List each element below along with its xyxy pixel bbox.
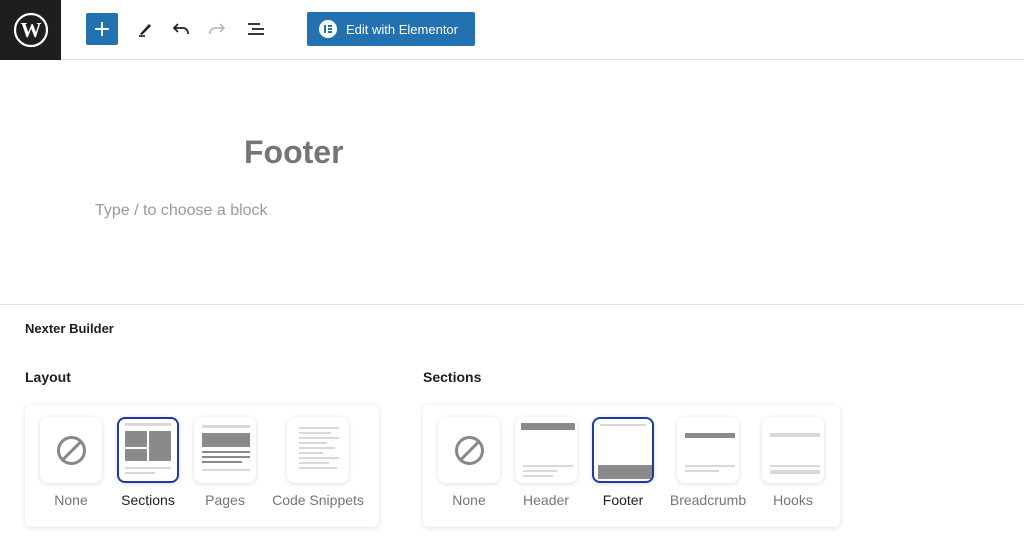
editor-toolbar: W Edit with Elementor (0, 0, 1024, 60)
section-option-label: Hooks (773, 492, 813, 508)
ban-icon (57, 436, 86, 465)
redo-icon (209, 23, 226, 34)
layout-option-sections[interactable]: Sections (116, 417, 180, 508)
breadcrumb-thumbnail (677, 417, 739, 483)
section-none-thumbnail (438, 417, 500, 483)
section-option-hooks[interactable]: Hooks (761, 417, 825, 508)
pages-thumbnail (194, 417, 256, 483)
tools-button[interactable] (129, 13, 161, 45)
section-option-breadcrumb[interactable]: Breadcrumb (670, 417, 746, 508)
nexter-builder-panel: Nexter Builder Layout None Sections Page… (0, 304, 1024, 545)
code-snippets-thumbnail (287, 417, 349, 483)
ban-icon (455, 436, 484, 465)
sections-options-card: None Header Footer Breadcrumb Hooks (423, 405, 840, 527)
edit-with-elementor-button[interactable]: Edit with Elementor (307, 12, 475, 46)
pencil-icon (139, 24, 151, 37)
footer-thumbnail (592, 417, 654, 483)
layout-group-label: Layout (25, 369, 71, 385)
layout-option-pages[interactable]: Pages (193, 417, 257, 508)
section-option-footer[interactable]: Footer (591, 417, 655, 508)
elementor-icon (319, 20, 337, 38)
layout-option-label: Pages (205, 492, 245, 508)
section-option-header[interactable]: Header (514, 417, 578, 508)
svg-text:W: W (20, 18, 41, 42)
layout-options-card: None Sections Pages Code Snippets (25, 405, 379, 527)
section-option-none[interactable]: None (437, 417, 501, 508)
sections-thumbnail (117, 417, 179, 483)
undo-button[interactable] (165, 13, 197, 45)
block-inserter-button[interactable] (86, 13, 118, 45)
layout-none-thumbnail (40, 417, 102, 483)
layout-option-label: Code Snippets (272, 492, 364, 508)
edit-with-elementor-label: Edit with Elementor (346, 21, 458, 37)
list-view-button[interactable] (240, 13, 272, 45)
layout-option-code-snippets[interactable]: Code Snippets (272, 417, 364, 508)
plus-icon (95, 22, 109, 36)
post-title[interactable]: Footer (244, 134, 344, 171)
wordpress-icon[interactable]: W (0, 0, 61, 60)
header-thumbnail (515, 417, 577, 483)
layout-option-none[interactable]: None (39, 417, 103, 508)
block-placeholder[interactable]: Type / to choose a block (95, 202, 268, 220)
redo-button[interactable] (201, 13, 233, 45)
hooks-thumbnail (762, 417, 824, 483)
list-view-icon (248, 23, 264, 35)
undo-icon (172, 23, 189, 34)
sections-group-label: Sections (423, 369, 482, 385)
panel-title: Nexter Builder (25, 321, 114, 336)
